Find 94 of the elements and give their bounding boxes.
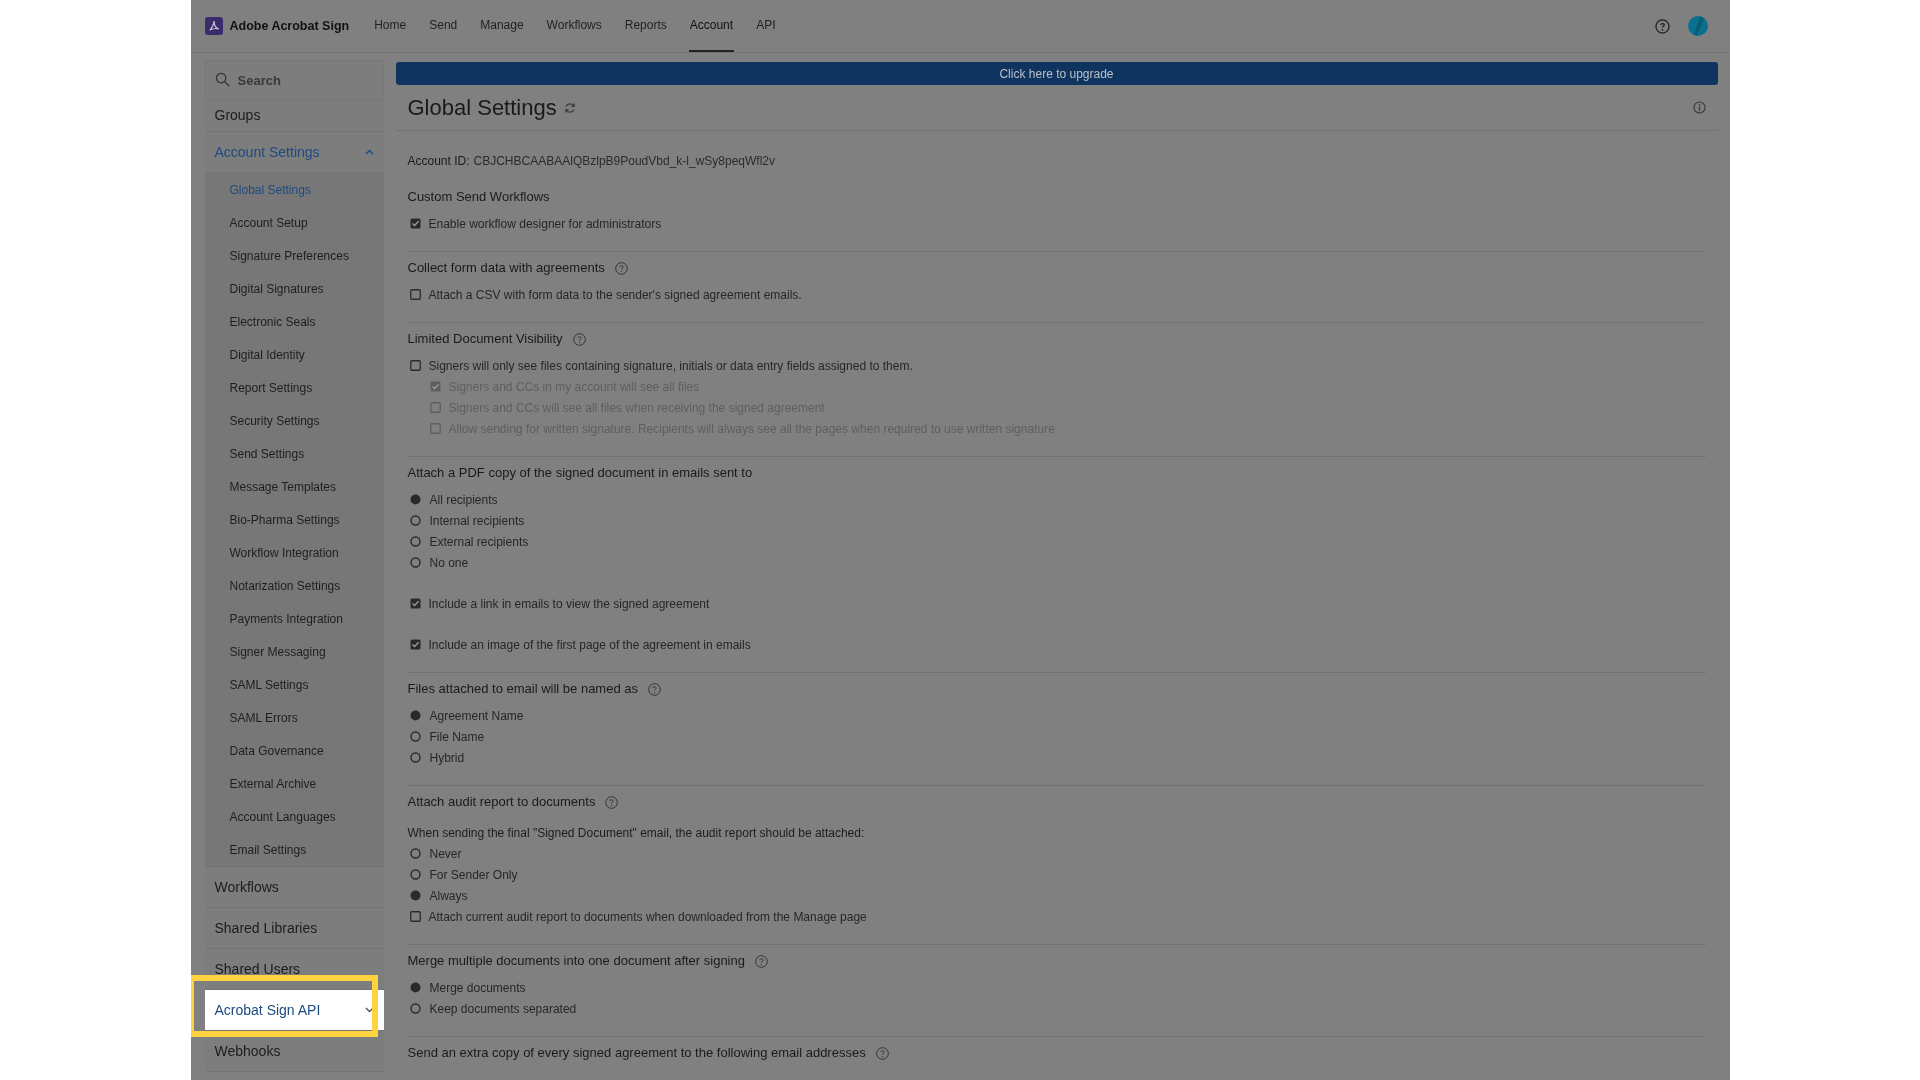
chevron-up-icon[interactable] (364, 149, 374, 155)
nav-tab[interactable]: API (755, 0, 777, 52)
checkbox[interactable] (409, 360, 421, 371)
sidebar-subitem[interactable]: Send Settings (204, 437, 384, 470)
radio-button[interactable] (409, 536, 421, 547)
section-heading: Send an extra copy of every signed agreement to the following email addresses (407, 1044, 866, 1063)
sidebar-subitem[interactable]: SAML Errors (204, 701, 384, 734)
radio-button[interactable] (409, 731, 421, 742)
sidebar-subitem[interactable]: Data Governance (204, 734, 384, 767)
section-heading: Files attached to email will be named as (407, 680, 638, 699)
nav-tab[interactable]: Manage (479, 0, 525, 52)
sidebar-subitem[interactable]: Signer Messaging (204, 635, 384, 668)
radio-label: External recipients (429, 533, 529, 551)
radio-label: Internal recipients (429, 512, 525, 530)
app-logo-icon (204, 17, 223, 35)
radio-button[interactable] (409, 752, 421, 763)
sidebar-subitem[interactable]: Signature Preferences (204, 239, 384, 272)
nav-tab[interactable]: Reports (623, 0, 668, 52)
checkbox[interactable] (409, 289, 421, 300)
description-text: When sending the final "Signed Document" email, the audit report should be attached: (407, 824, 865, 842)
sidebar-subitem[interactable]: Workflow Integration (204, 536, 384, 569)
radio-button[interactable] (409, 890, 421, 901)
sidebar-subitem[interactable]: SAML Settings (204, 668, 384, 701)
section-heading: Merge multiple documents into one document after signing (407, 952, 745, 971)
sidebar-subitem[interactable]: Account Languages (204, 800, 384, 833)
chevron-down-icon[interactable] (364, 1007, 374, 1013)
page-title: Global Settings (407, 94, 557, 122)
sidebar-subitem[interactable]: Notarization Settings (204, 569, 384, 602)
radio-label: All recipients (429, 491, 498, 509)
radio-button[interactable] (409, 1003, 421, 1014)
search-field[interactable]: Search (204, 60, 384, 100)
sidebar-subitem[interactable]: Payments Integration (204, 602, 384, 635)
sidebar-subitem[interactable]: Security Settings (204, 404, 384, 437)
checkbox-label: Signers will only see files containing signature, initials or data entry fields assigned to them. (428, 357, 913, 375)
radio-label: File Name (429, 728, 485, 746)
radio-button[interactable] (409, 557, 421, 568)
section-heading: Limited Document Visibility (407, 330, 563, 349)
account-id: CBJCHBCAABAAlQBzlpB9PoudVbd_k-l_wSy8peqWfl2v (473, 153, 775, 170)
sidebar-subitem[interactable]: Bio-Pharma Settings (204, 503, 384, 536)
sidebar-subitem[interactable]: Account Setup (204, 206, 384, 239)
section-heading: Attach a PDF copy of the signed document in emails sent to (407, 464, 753, 483)
checkbox-label: Include an image of the first page of the agreement in emails (428, 636, 751, 654)
radio-button[interactable] (409, 515, 421, 526)
checkbox[interactable] (409, 639, 421, 650)
radio-button[interactable] (409, 710, 421, 721)
help-icon[interactable] (648, 682, 661, 696)
sidebar-subitem[interactable]: Email Settings (204, 833, 384, 866)
sidebar-subitem[interactable]: Digital Identity (204, 338, 384, 371)
app-title: Adobe Acrobat Sign (229, 17, 350, 35)
nav-tab[interactable]: Send (428, 0, 459, 52)
help-icon[interactable] (572, 332, 586, 346)
help-icon[interactable] (754, 954, 768, 968)
nav-tab[interactable]: Workflows (545, 0, 603, 52)
upgrade-banner[interactable]: Click here to upgrade (395, 62, 1718, 85)
search-icon (214, 72, 230, 87)
checkbox-label: Include a link in emails to view the signed agreement (428, 595, 710, 613)
refresh-icon[interactable] (563, 101, 576, 114)
radio-button[interactable] (409, 869, 421, 880)
sidebar-subitem[interactable]: External Archive (204, 767, 384, 800)
section-heading: Attach audit report to documents (407, 793, 596, 812)
help-icon[interactable] (1654, 18, 1670, 34)
radio-label: Agreement Name (429, 707, 524, 725)
radio-label: For Sender Only (429, 866, 518, 884)
radio-button[interactable] (409, 982, 421, 993)
checkbox-label: Attach a CSV with form data to the sender's signed agreement emails. (428, 286, 802, 304)
sidebar-subitem[interactable]: Digital Signatures (204, 272, 384, 305)
checkbox-label: Enable workflow designer for administrators (428, 215, 662, 233)
sidebar-subitem[interactable]: Global Settings (204, 173, 384, 206)
section-heading: Custom Send Workflows (407, 188, 550, 207)
sidebar-item[interactable]: Acrobat Sign API (204, 990, 384, 1031)
help-icon[interactable] (614, 261, 628, 275)
radio-label: Hybrid (429, 749, 465, 767)
radio-button[interactable] (409, 848, 421, 859)
help-icon[interactable] (875, 1046, 889, 1060)
help-icon[interactable] (605, 795, 619, 809)
sidebar-subitem[interactable]: Message Templates (204, 470, 384, 503)
nav-tab[interactable]: Account (688, 0, 735, 52)
radio-label: Always (429, 887, 468, 905)
section-heading: Collect form data with agreements (407, 259, 605, 278)
radio-button[interactable] (409, 494, 421, 505)
checkbox[interactable] (409, 598, 421, 609)
radio-label: No one (429, 554, 469, 572)
radio-label: Keep documents separated (429, 1000, 577, 1018)
sidebar-subitem[interactable]: Report Settings (204, 371, 384, 404)
nav-tab[interactable]: Home (373, 0, 408, 52)
sidebar-subitem[interactable]: Electronic Seals (204, 305, 384, 338)
avatar-icon[interactable] (1687, 16, 1708, 36)
radio-label: Merge documents (429, 979, 526, 997)
checkbox[interactable] (409, 218, 421, 229)
checkbox-label: Attach current audit report to documents when downloaded from the Manage page (428, 908, 867, 926)
account-id-label: Account ID: (407, 153, 470, 170)
checkbox[interactable] (409, 911, 421, 922)
radio-label: Never (429, 845, 462, 863)
info-icon[interactable] (1692, 101, 1706, 114)
